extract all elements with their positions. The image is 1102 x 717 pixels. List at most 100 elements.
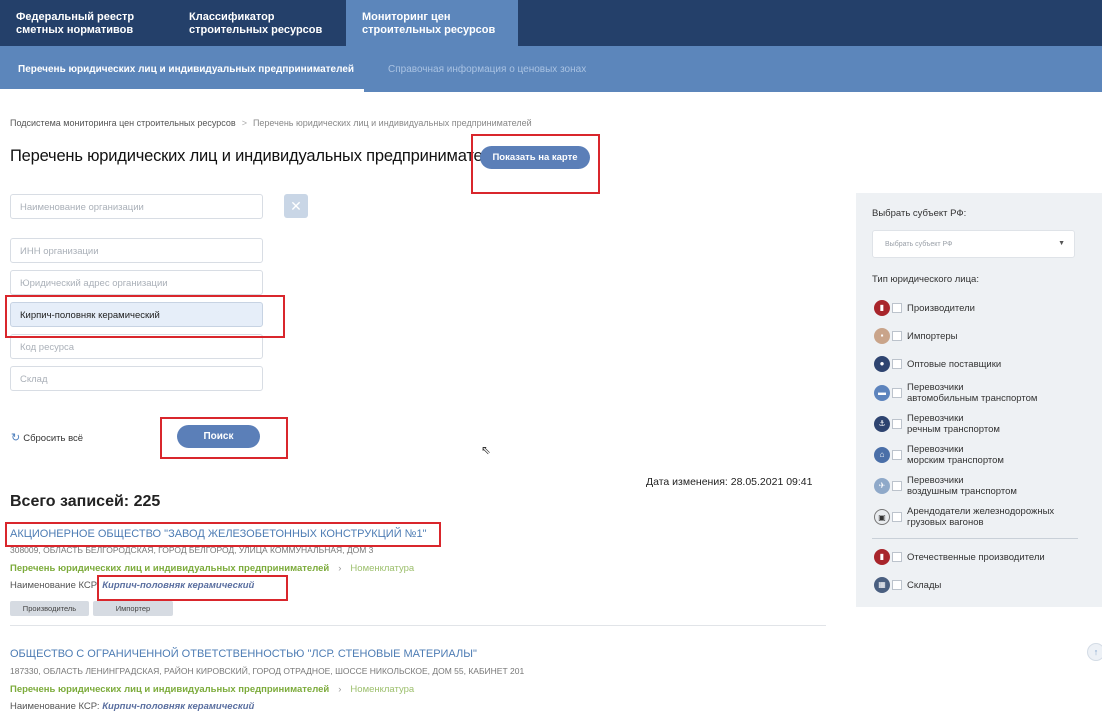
type-label-text: морским транспортом: [907, 455, 1004, 466]
record-ksr: Наименование КСР: Кирпич-половняк керами…: [10, 580, 254, 591]
tab-label: строительных ресурсов: [189, 24, 323, 36]
chevron-right-icon: ›: [338, 563, 342, 574]
warehouse-icon: ▦: [874, 577, 890, 593]
reset-all-button[interactable]: ↻ Сбросить всё: [11, 431, 83, 444]
ksr-label: Наименование КСР:: [10, 580, 100, 591]
package-icon: ▪: [874, 328, 890, 344]
record-address: 308009, ОБЛАСТЬ БЕЛГОРОДСКАЯ, ГОРОД БЕЛГ…: [10, 545, 374, 555]
checkbox[interactable]: [892, 359, 902, 369]
type-label-text: речным транспортом: [907, 424, 1000, 435]
record-list-link[interactable]: Перечень юридических лиц и индивидуальны…: [10, 563, 329, 574]
type-label-text: автомобильным транспортом: [907, 393, 1038, 404]
type-label-text: Производители: [907, 302, 975, 314]
tab-label: сметных нормативов: [16, 24, 134, 36]
type-sea-carriers[interactable]: ⌂ Перевозчики морским транспортом: [874, 444, 1004, 466]
record-links: Перечень юридических лиц и индивидуальны…: [10, 563, 414, 574]
ksr-label: Наименование КСР:: [10, 701, 100, 712]
record-list-link[interactable]: Перечень юридических лиц и индивидуальны…: [10, 684, 329, 695]
resource-name-input[interactable]: Кирпич-половняк керамический: [10, 302, 263, 327]
type-label-text: Импортеры: [907, 330, 958, 342]
type-label-text: грузовых вагонов: [907, 517, 984, 528]
org-name-input[interactable]: Наименование организации: [10, 194, 263, 219]
active-tab-underline: [0, 89, 364, 92]
sub-nav: Перечень юридических лиц и индивидуальны…: [0, 46, 1102, 92]
checkbox[interactable]: [892, 419, 902, 429]
tab-federal-registry[interactable]: Федеральный реестр сметных нормативов: [0, 0, 173, 46]
subnav-item-legal-entities[interactable]: Перечень юридических лиц и индивидуальны…: [18, 64, 354, 75]
checkbox[interactable]: [892, 580, 902, 590]
tab-label: Мониторинг цен: [362, 11, 451, 23]
record-address: 187330, ОБЛАСТЬ ЛЕНИНГРАДСКАЯ, РАЙОН КИР…: [10, 666, 525, 676]
show-on-map-button[interactable]: Показать на карте: [480, 146, 590, 169]
chevron-right-icon: ›: [338, 684, 342, 695]
refresh-icon: ↻: [11, 432, 21, 444]
breadcrumb: Подсистема мониторинга цен строительных …: [10, 118, 532, 128]
record-ksr: Наименование КСР: Кирпич-половняк керами…: [10, 701, 254, 712]
warehouse-input[interactable]: Склад: [10, 366, 263, 391]
tab-label: Федеральный реестр: [16, 11, 135, 23]
ksr-value: Кирпич-половняк керамический: [102, 580, 255, 591]
date-changed: Дата изменения: 28.05.2021 09:41: [646, 476, 813, 488]
mouse-cursor-icon: ⇖: [481, 443, 492, 457]
type-domestic-producers[interactable]: ▮ Отечественные производители: [874, 549, 1045, 565]
record-nomenclature-link[interactable]: Номенклатура: [350, 563, 414, 574]
checkbox[interactable]: [892, 450, 902, 460]
subject-label: Выбрать субъект РФ:: [872, 208, 967, 219]
type-warehouses[interactable]: ▦ Склады: [874, 577, 941, 593]
search-button[interactable]: Поиск: [177, 425, 260, 448]
truck-icon: ▬: [874, 385, 890, 401]
arrow-up-icon[interactable]: ↑: [1087, 643, 1102, 661]
filter-side-panel: Выбрать субъект РФ: Выбрать субъект РФ ▼…: [856, 193, 1102, 607]
record-title-link[interactable]: ОБЩЕСТВО С ОГРАНИЧЕННОЙ ОТВЕТСТВЕННОСТЬЮ…: [10, 648, 477, 660]
chevron-down-icon: ▼: [1058, 240, 1065, 247]
plane-icon: ✈: [874, 478, 890, 494]
type-label: Тип юридического лица:: [872, 274, 979, 285]
tag-importer: Импортер: [93, 601, 173, 616]
factory-icon: ▮: [874, 300, 890, 316]
anchor-icon: ⚓: [874, 416, 890, 432]
domestic-producer-icon: ▮: [874, 549, 890, 565]
checkbox[interactable]: [892, 552, 902, 562]
checkbox[interactable]: [892, 303, 902, 313]
type-importers[interactable]: ▪ Импортеры: [874, 328, 958, 344]
checkbox[interactable]: [892, 481, 902, 491]
type-river-carriers[interactable]: ⚓ Перевозчики речным транспортом: [874, 413, 1000, 435]
ship-icon: ⌂: [874, 447, 890, 463]
record-nomenclature-link[interactable]: Номенклатура: [350, 684, 414, 695]
type-producers[interactable]: ▮ Производители: [874, 300, 975, 316]
page-title: Перечень юридических лиц и индивидуальны…: [10, 147, 510, 165]
checkbox[interactable]: [892, 388, 902, 398]
record-links: Перечень юридических лиц и индивидуальны…: [10, 684, 414, 695]
type-air-carriers[interactable]: ✈ Перевозчики воздушным транспортом: [874, 475, 1017, 497]
top-nav: Федеральный реестр сметных нормативов Кл…: [0, 0, 1102, 46]
subject-select[interactable]: Выбрать субъект РФ ▼: [872, 230, 1075, 258]
type-auto-carriers[interactable]: ▬ Перевозчики автомобильным транспортом: [874, 382, 1037, 404]
reset-label: Сбросить всё: [23, 433, 84, 444]
total-records: Всего записей: 225: [10, 493, 161, 510]
record-title-link[interactable]: АКЦИОНЕРНОЕ ОБЩЕСТВО "ЗАВОД ЖЕЛЕЗОБЕТОНН…: [10, 528, 426, 540]
inn-input[interactable]: ИНН организации: [10, 238, 263, 263]
ksr-value: Кирпич-половняк керамический: [102, 701, 255, 712]
resource-code-input[interactable]: Код ресурса: [10, 334, 263, 359]
breadcrumb-root[interactable]: Подсистема мониторинга цен строительных …: [10, 118, 236, 128]
type-label-text: Перевозчики: [907, 475, 964, 486]
checkbox[interactable]: [892, 512, 902, 522]
type-wholesale[interactable]: ● Оптовые поставщики: [874, 356, 1001, 372]
subject-select-value: Выбрать субъект РФ: [885, 241, 953, 248]
type-railcar-lessors[interactable]: ▣ Арендодатели железнодорожных грузовых ва…: [874, 506, 1054, 528]
record-divider: [10, 625, 826, 626]
tag-producer: Производитель: [10, 601, 89, 616]
tab-price-monitoring[interactable]: Мониторинг цен строительных ресурсов: [346, 0, 518, 46]
type-label-text: Перевозчики: [907, 382, 964, 393]
type-label-text: Склады: [907, 579, 942, 591]
close-icon[interactable]: ✕: [284, 194, 308, 218]
people-icon: ●: [874, 356, 890, 372]
type-label-text: Отечественные производители: [907, 551, 1045, 563]
type-label-text: Арендодатели железнодорожных: [907, 506, 1055, 517]
address-input[interactable]: Юридический адрес организации: [10, 270, 263, 295]
tab-classifier[interactable]: Классификатор строительных ресурсов: [173, 0, 346, 46]
checkbox[interactable]: [892, 331, 902, 341]
type-label-text: Оптовые поставщики: [907, 358, 1002, 370]
tab-label: Классификатор: [189, 11, 275, 23]
subnav-item-price-zones[interactable]: Справочная информация о ценовых зонах: [388, 64, 586, 75]
